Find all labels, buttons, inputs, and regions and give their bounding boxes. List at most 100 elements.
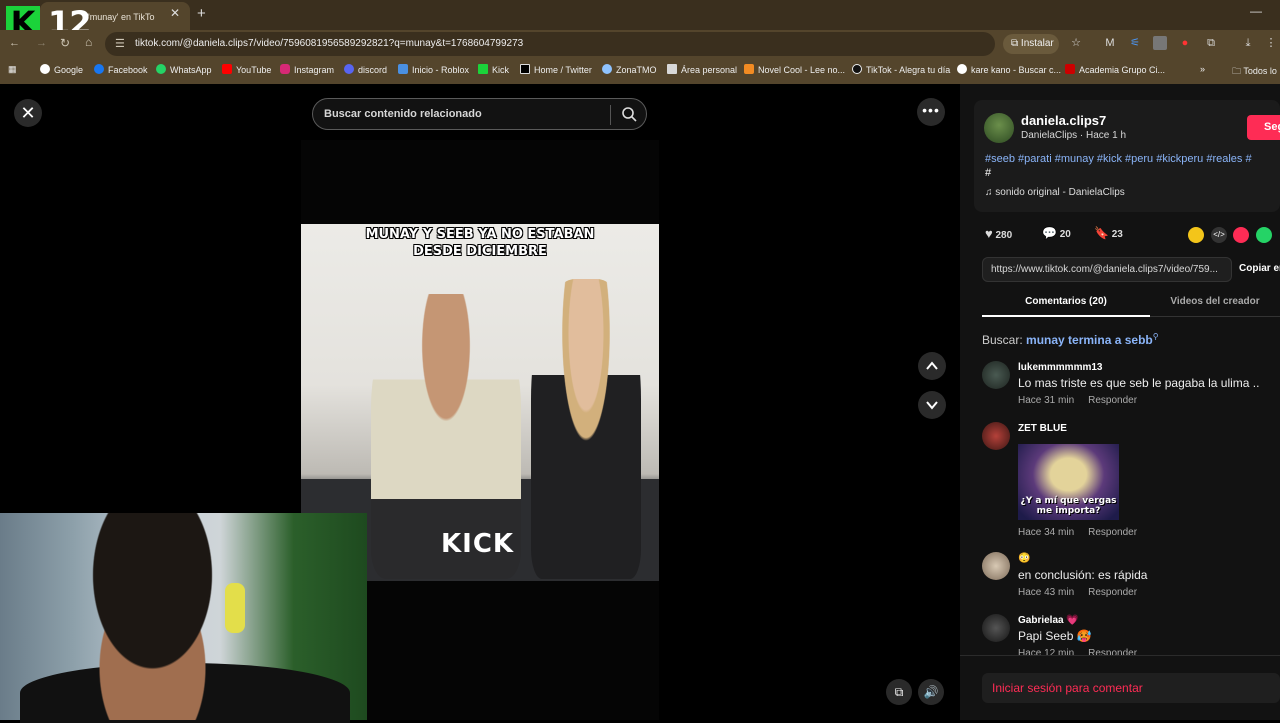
comment-author[interactable]: ZET BLUE — [1018, 423, 1067, 434]
bookmark-facebook[interactable]: Facebook — [94, 64, 148, 75]
comment-time: Hace 31 min — [1018, 395, 1075, 406]
reply-button[interactable]: Responder — [1088, 587, 1137, 598]
tab-comments[interactable]: Comentarios (20) — [982, 287, 1150, 317]
bookmark-whatsapp[interactable]: WhatsApp — [156, 64, 212, 75]
close-icon: ✕ — [20, 103, 36, 123]
kick-watermark: KICK — [441, 529, 515, 559]
embed-code-icon[interactable]: </> — [1211, 227, 1227, 243]
all-bookmarks-folder[interactable]: 🗀 Todos lo — [1232, 64, 1277, 80]
youtube-icon — [222, 64, 232, 74]
chevron-down-icon — [926, 401, 938, 410]
related-search-input[interactable]: Buscar contenido relacionado — [312, 98, 647, 130]
close-viewer-button[interactable]: ✕ — [14, 99, 42, 127]
back-icon[interactable]: ← — [9, 37, 20, 49]
login-to-comment-button[interactable]: Iniciar sesión para comentar — [982, 673, 1280, 703]
music-note-icon: ♫ — [985, 187, 993, 198]
share-send-icon[interactable] — [1233, 227, 1249, 243]
reload-icon[interactable]: ↻ — [60, 36, 70, 50]
volume-button[interactable]: 🔊 — [918, 679, 944, 705]
search-suggest-icon: ⚲ — [1152, 332, 1159, 341]
apps-grid-icon[interactable]: ▦ — [8, 64, 17, 75]
comment-avatar[interactable] — [982, 552, 1010, 580]
extension-box-icon[interactable] — [1153, 36, 1167, 50]
comment-avatar[interactable] — [982, 614, 1010, 642]
bookmark-discord[interactable]: discord — [344, 64, 387, 75]
post-hashtags[interactable]: #seeb #parati #munay #kick #peru #kickpe… — [985, 152, 1280, 166]
home-icon[interactable]: ⌂ — [85, 35, 92, 49]
install-button[interactable]: ⧉ Instalar — [1003, 34, 1059, 54]
video-caption: MUNAY Y SEEB YA NO ESTABAN DESDE DICIEMB… — [365, 227, 595, 259]
share-repost-icon[interactable] — [1188, 227, 1204, 243]
previous-video-button[interactable] — [918, 352, 946, 380]
chevron-up-icon — [926, 361, 938, 370]
whatsapp-share-icon[interactable] — [1256, 227, 1272, 243]
bookmark-youtube[interactable]: YouTube — [222, 64, 271, 75]
next-video-button[interactable] — [918, 391, 946, 419]
close-tab-icon[interactable]: ✕ — [170, 6, 180, 20]
minimize-icon[interactable]: — — [1250, 4, 1262, 18]
reply-button[interactable]: Responder — [1088, 395, 1137, 406]
star-icon[interactable]: ☆ — [1069, 36, 1083, 50]
site-info-icon[interactable]: ☰ — [115, 37, 125, 50]
tab-creator-videos[interactable]: Videos del creador — [1150, 287, 1280, 317]
menu-icon[interactable]: ⋮ — [1264, 36, 1278, 50]
webcam-person-head — [60, 513, 245, 720]
search-divider — [610, 105, 611, 125]
video-link-field[interactable]: https://www.tiktok.com/@daniela.clips7/v… — [982, 257, 1232, 282]
download-icon[interactable]: ⤓ — [1241, 36, 1255, 50]
comment-button[interactable]: 💬 20 — [1042, 226, 1071, 240]
url-field[interactable]: ☰ tiktok.com/@daniela.clips7/video/75960… — [105, 32, 995, 56]
comment-text: Papi Seeb 🥵 — [1018, 629, 1092, 643]
extensions-puzzle-icon[interactable]: ⧉ — [1204, 36, 1218, 50]
facebook-icon — [94, 64, 104, 74]
comment-author[interactable]: Gabrielaa 💗 — [1018, 615, 1079, 626]
google-icon — [40, 64, 50, 74]
bookmarks-overflow-icon[interactable]: » — [1200, 64, 1205, 74]
browser-tab-bar: 'munay' en TikTo ✕ + — — [0, 0, 1280, 30]
extension-m-icon[interactable]: M — [1103, 36, 1117, 50]
more-options-button[interactable]: ••• — [917, 98, 945, 126]
creator-username[interactable]: daniela.clips7 — [1021, 113, 1106, 128]
picture-in-picture-button[interactable]: ⧉ — [886, 679, 912, 705]
comment-icon: 💬 — [1042, 226, 1057, 240]
bookmark-area-personal[interactable]: Área personal — [667, 64, 737, 75]
comment-author[interactable]: lukemmmmmm13 — [1018, 362, 1102, 373]
bookmark-novel-cool[interactable]: Novel Cool - Lee no... — [744, 64, 845, 75]
heart-icon: ♥ — [985, 226, 993, 241]
bookmark-roblox[interactable]: Inicio - Roblox — [398, 64, 469, 75]
comment-avatar[interactable] — [982, 422, 1010, 450]
post-hashtags-line2[interactable]: # — [985, 167, 991, 179]
bookmark-tiktok[interactable]: TikTok - Alegra tu día — [852, 64, 950, 75]
youtube-icon — [1065, 64, 1075, 74]
forward-icon[interactable]: → — [36, 37, 47, 49]
comment-author[interactable]: 😳 — [1018, 553, 1030, 564]
bookmark-instagram[interactable]: Instagram — [280, 64, 334, 75]
search-label: Buscar: — [982, 333, 1023, 347]
new-tab-icon[interactable]: + — [197, 5, 206, 22]
reply-button[interactable]: Responder — [1088, 527, 1137, 538]
comment-meta: Hace 34 min Responder — [1018, 527, 1137, 538]
extension-voice-icon[interactable]: ⚟ — [1128, 36, 1142, 50]
comment-avatar[interactable] — [982, 361, 1010, 389]
copy-link-button[interactable]: Copiar en — [1239, 263, 1280, 274]
comment-sticker-image: ¿Y a mí que vergas me importa? — [1018, 444, 1119, 520]
video-person-woman — [531, 279, 641, 579]
search-icon[interactable] — [621, 106, 637, 122]
bookmark-academia[interactable]: Academia Grupo Ci... — [1065, 64, 1165, 75]
post-music[interactable]: ♫ sonido original - DanielaClips — [985, 187, 1125, 198]
bookmark-twitter[interactable]: Home / Twitter — [520, 64, 592, 75]
bookmark-kick[interactable]: Kick — [478, 64, 509, 75]
like-button[interactable]: ♥ 280 — [985, 226, 1012, 241]
follow-button[interactable]: Seg — [1247, 115, 1280, 140]
search-suggestion[interactable]: Buscar: munay termina a sebb⚲ — [982, 332, 1159, 347]
creator-avatar[interactable] — [984, 113, 1014, 143]
like-count: 280 — [995, 230, 1013, 241]
bookmark-zonatmo[interactable]: ZonaTMO — [602, 64, 657, 75]
bookmark-kare-kano[interactable]: kare kano - Buscar c... — [957, 64, 1061, 75]
extension-red-icon[interactable]: ● — [1178, 36, 1192, 50]
save-button[interactable]: 🔖 23 — [1094, 226, 1123, 240]
comment-text: en conclusión: es rápida — [1018, 568, 1148, 582]
bookmark-google[interactable]: Google — [40, 64, 83, 75]
tab-title: 'munay' en TikTo — [88, 12, 155, 22]
zonatmo-icon — [602, 64, 612, 74]
